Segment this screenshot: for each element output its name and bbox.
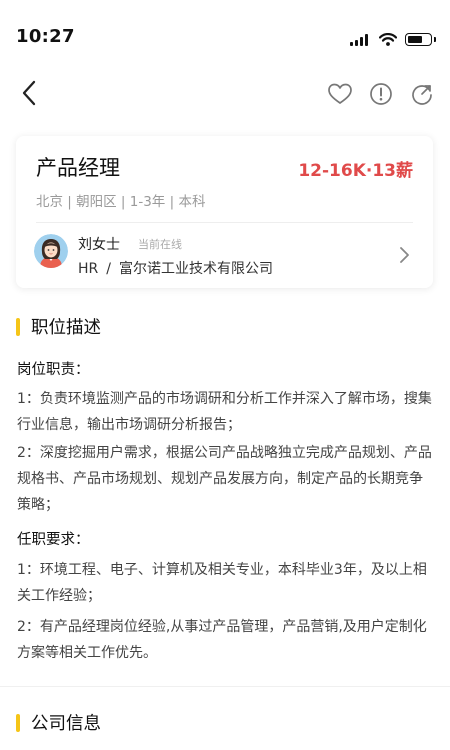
signal-icon [350, 33, 370, 46]
info-icon [370, 83, 392, 105]
section-accent-bar [16, 713, 20, 732]
company-name: 富尔诺工业技术有限公司 [118, 261, 273, 277]
card-divider [36, 222, 413, 223]
job-summary-card: 产品经理 12-16K·13薪 北京 | 朝阳区 | 1-3年 | 本科 刘女士 [16, 136, 433, 288]
nav-actions [313, 80, 436, 108]
recruiter-role: HR [78, 261, 99, 277]
job-meta: 北京 | 朝阳区 | 1-3年 | 本科 [36, 194, 206, 210]
section-title: 公司信息 [31, 714, 101, 734]
duty-item: 1：负责环境监测产品的市场调研和分析工作并深入了解市场，搜集行业信息，输出市场调… [17, 391, 432, 433]
section-divider [0, 686, 450, 687]
recruiter-name: 刘女士 [78, 237, 120, 253]
duties-heading: 岗位职责： [17, 362, 90, 378]
recruiter-company-line: HR / 富尔诺工业技术有限公司 [78, 258, 273, 278]
share-button[interactable] [408, 80, 436, 108]
battery-icon [405, 33, 436, 46]
section-title: 职位描述 [31, 318, 101, 338]
duty-item: 2：深度挖掘用户需求，根据公司产品战略独立完成产品规划、产品规格书、产品市场规划… [17, 445, 432, 513]
status-icons [350, 33, 436, 46]
requirement-item: 1：环境工程、电子、计算机及相关专业，本科毕业3年，及以上相关工作经验； [17, 562, 427, 604]
requirement-item: 2：有产品经理岗位经验,从事过产品管理，产品营销,及用户定制化方案等相关工作优先… [17, 619, 427, 661]
chevron-left-icon [22, 80, 36, 106]
job-detail-screen: 10:27 产品经理 12-16K·13薪 北京 | 朝阳区 | 1-3年 | … [0, 0, 450, 750]
job-title: 产品经理 [36, 156, 120, 180]
wifi-icon [379, 33, 397, 46]
share-icon [412, 85, 432, 105]
section-accent-bar [16, 317, 20, 336]
section-job-description: 职位描述 [16, 314, 101, 339]
report-button[interactable] [367, 80, 395, 108]
avatar [34, 234, 68, 268]
separator: / [106, 261, 111, 277]
status-time: 10:27 [16, 26, 75, 47]
heart-icon [328, 83, 352, 104]
status-bar: 10:27 [0, 0, 450, 60]
back-button[interactable] [14, 76, 44, 110]
section-company-info: 公司信息 [16, 710, 101, 735]
recruiter-row[interactable]: 刘女士 当前在线 HR / 富尔诺工业技术有限公司 [32, 232, 421, 280]
online-status: 当前在线 [138, 238, 182, 251]
requirements-heading: 任职要求： [17, 532, 90, 548]
chevron-right-icon [400, 247, 409, 263]
nav-bar [0, 70, 450, 118]
salary-range: 12-16K·13薪 [298, 161, 413, 181]
favorite-button[interactable] [326, 80, 354, 108]
